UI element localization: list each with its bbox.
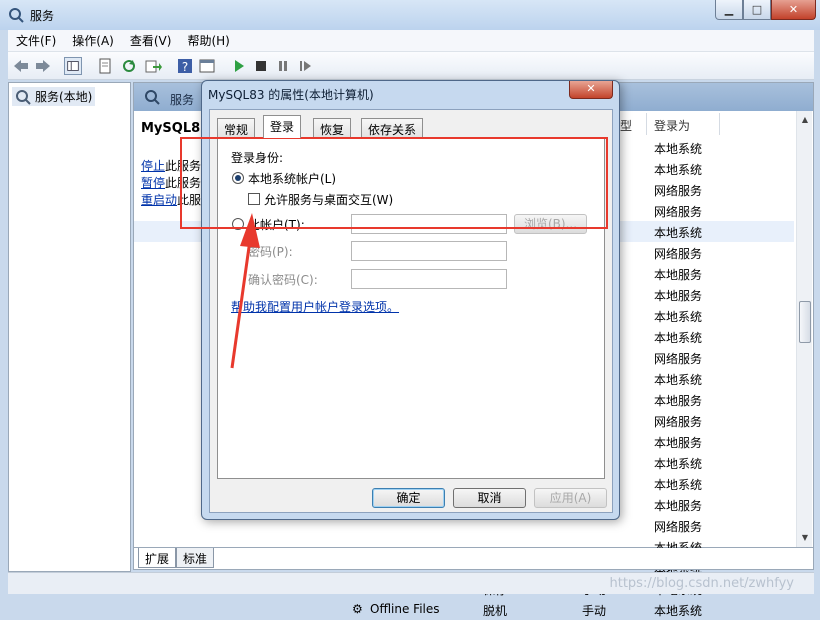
menu-action[interactable]: 操作(A) [64,32,122,49]
maximize-icon: □ [751,3,763,16]
logon-as-cell: 网络服务 [654,205,703,219]
services-icon [9,8,24,23]
logon-as-cell: 本地系统 [654,604,703,618]
menu-help[interactable]: 帮助(H) [179,32,237,49]
service-gear-icon: ⚙ [352,602,363,616]
logon-as-cell: 本地系统 [654,163,703,177]
column-header-startup-type[interactable]: 型 [620,117,632,134]
logon-as-cell: 本地系统 [654,457,703,471]
help-icon[interactable]: ? [176,57,194,75]
pause-icon[interactable] [274,57,292,75]
pane-title: 服务 [170,93,195,107]
logon-as-cell: 本地系统 [654,331,703,345]
confirm-password-label: 确认密码(C): [248,273,318,287]
scroll-up-icon[interactable]: ▲ [800,115,810,125]
confirm-password-input[interactable] [351,269,507,289]
tab-extended[interactable]: 扩展 [138,548,177,568]
dialog-close-button[interactable]: ✕ [569,81,613,99]
tab-logon[interactable]: 登录 [263,115,302,138]
password-label: 密码(P): [248,245,293,259]
dialog-title: MySQL83 的属性(本地计算机) [208,88,374,102]
watermark: https://blog.csdn.net/zwhfyy [609,576,795,591]
column-header-logon-as[interactable]: 登录为 [654,117,690,134]
menu-bar: 文件(F) 操作(A) 查看(V) 帮助(H) [8,30,814,52]
service-name-cell: Offline Files [370,602,440,616]
scroll-down-icon[interactable]: ▼ [800,533,810,543]
logon-as-cell: 本地系统 [654,142,703,156]
tab-dependencies[interactable]: 依存关系 [361,118,424,137]
view-tabs: 扩展 标准 [133,548,814,570]
minimize-button[interactable]: ▁ [715,0,743,20]
properties-icon[interactable] [96,57,114,75]
tab-general[interactable]: 常规 [217,118,256,137]
ok-button[interactable]: 确定 [372,488,445,508]
minimize-icon: ▁ [724,3,734,16]
services-icon [145,90,160,105]
vertical-scrollbar[interactable]: ▲ ▼ [796,111,812,547]
logon-as-cell: 本地系统 [654,478,703,492]
tab-standard[interactable]: 标准 [176,548,215,568]
export-icon[interactable] [144,57,162,75]
toolbar: ? [8,52,814,80]
refresh-icon[interactable] [120,57,138,75]
status-cell: 脱机 [483,604,508,618]
help-logon-link[interactable]: 帮助我配置用户帐户登录选项。 [231,298,399,315]
forward-arrow-icon[interactable] [34,57,52,75]
close-button[interactable]: ✕ [771,0,816,20]
close-icon: ✕ [586,82,596,95]
logon-as-cell: 本地服务 [654,499,703,513]
start-icon[interactable] [230,57,248,75]
logon-as-cell: 本地服务 [654,394,703,408]
close-icon: ✕ [788,3,799,16]
logon-as-cell: 本地服务 [654,436,703,450]
startup-type-cell: 手动 [582,604,607,618]
table-row[interactable]: Offline Files 脱机 手动 本地系统 ⚙ [134,599,794,620]
maximize-button[interactable]: □ [743,0,771,20]
scroll-thumb[interactable] [799,301,811,343]
show-tree-icon[interactable] [64,57,82,75]
status-bar: https://blog.csdn.net/zwhfyy [8,572,814,594]
logon-as-cell: 网络服务 [654,520,703,534]
cancel-button[interactable]: 取消 [453,488,526,508]
logon-as-cell: 网络服务 [654,352,703,366]
logon-as-cell: 本地系统 [654,373,703,387]
stop-icon[interactable] [252,57,270,75]
logon-as-cell: 网络服务 [654,415,703,429]
title-bar: 服务 ▁ □ ✕ [0,0,820,30]
logon-as-cell: 本地服务 [654,268,703,282]
restart-icon[interactable] [296,57,314,75]
logon-as-cell: 网络服务 [654,247,703,261]
services-icon [16,89,31,105]
logon-as-cell: 本地服务 [654,289,703,303]
tree-item-label: 服务(本地) [35,90,93,104]
tab-recovery[interactable]: 恢复 [313,118,352,137]
console-icon[interactable] [198,57,216,75]
menu-file[interactable]: 文件(F) [8,32,64,49]
password-input[interactable] [351,241,507,261]
tree-item-services-local[interactable]: 服务(本地) [12,87,96,106]
apply-button[interactable]: 应用(A) [534,488,607,508]
window-title: 服务 [30,9,55,23]
back-arrow-icon[interactable] [12,57,30,75]
svg-text:?: ? [182,60,188,74]
logon-as-cell: 本地系统 [654,310,703,324]
menu-view[interactable]: 查看(V) [122,32,180,49]
service-name: MySQL83 [141,121,210,136]
logon-as-cell: 网络服务 [654,184,703,198]
annotation-box [180,137,608,229]
tree-pane: 服务(本地) [8,82,131,572]
logon-as-cell: 本地系统 [654,226,703,240]
